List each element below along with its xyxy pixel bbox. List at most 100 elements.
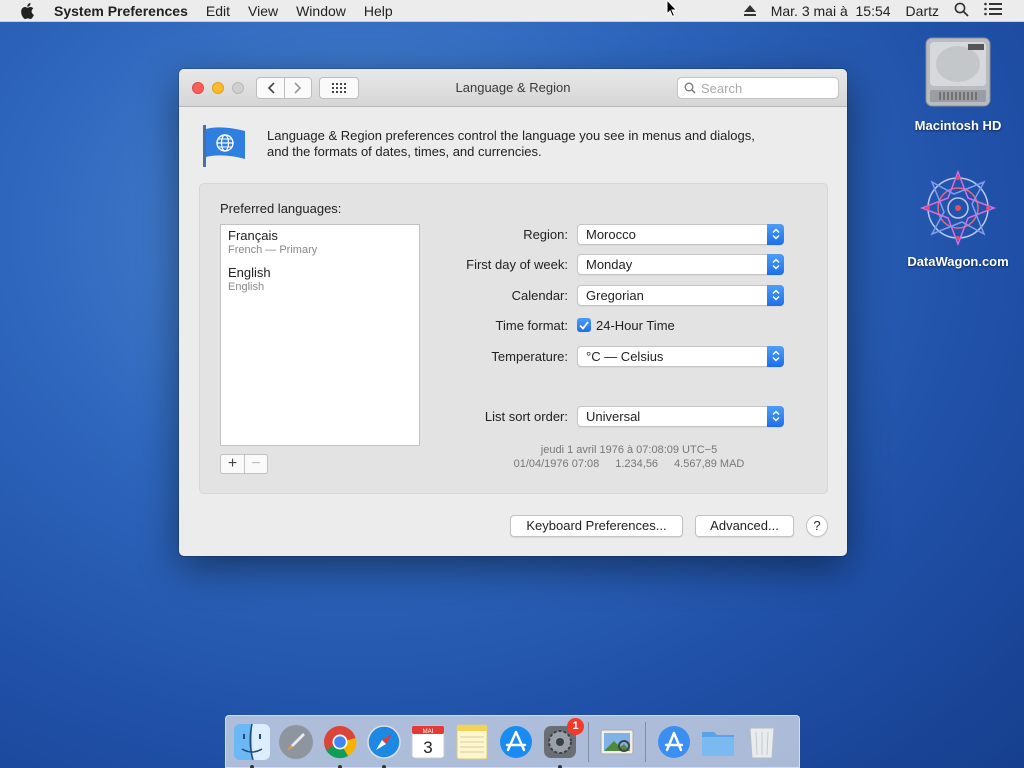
safari-compass-icon xyxy=(367,724,401,759)
dock-app-store[interactable] xyxy=(496,722,536,762)
menu-app-name[interactable]: System Preferences xyxy=(54,0,197,22)
mouse-cursor-icon xyxy=(666,0,678,21)
dock-trash[interactable] xyxy=(742,722,782,762)
desktop-icon-datawagon[interactable]: DataWagon.com xyxy=(898,168,1018,269)
dock-calendar[interactable]: MAI 3 xyxy=(408,722,448,762)
dock-finder[interactable] xyxy=(232,722,272,768)
desktop-icon-label: DataWagon.com xyxy=(907,254,1009,269)
language-subtitle: English xyxy=(228,281,265,293)
notification-badge: 1 xyxy=(567,717,584,735)
desktop-icon-label: Macintosh HD xyxy=(914,118,1002,133)
select-arrows-icon xyxy=(767,345,784,367)
first-day-label: First day of week: xyxy=(466,256,568,272)
sort-order-select[interactable]: Universal xyxy=(577,405,784,427)
calendar-icon: MAI 3 xyxy=(411,725,445,758)
preferred-languages-label: Preferred languages: xyxy=(220,201,342,216)
spotlight-search-icon[interactable] xyxy=(954,2,969,20)
select-arrows-icon xyxy=(767,253,784,275)
dock-notes[interactable] xyxy=(452,722,492,762)
region-value: Morocco xyxy=(586,226,636,242)
running-indicator xyxy=(382,764,386,768)
time-format-value: 24-Hour Time xyxy=(596,317,675,333)
sample-date-long: jeudi 1 avril 1976 à 07:08:09 UTC−5 xyxy=(540,444,718,456)
eject-icon[interactable] xyxy=(743,3,756,19)
dock: MAI 3 1 xyxy=(225,715,800,768)
window-titlebar[interactable]: Language & Region xyxy=(179,69,847,107)
language-region-window: Language & Region Language & Region pref… xyxy=(179,69,847,556)
running-indicator xyxy=(250,764,254,768)
hard-drive-icon xyxy=(918,32,998,112)
sort-order-label: List sort order: xyxy=(484,408,568,424)
region-select[interactable]: Morocco xyxy=(577,223,784,245)
dock-downloads-folder[interactable] xyxy=(698,722,738,762)
dock-separator xyxy=(588,721,589,762)
calendar-month: MAI xyxy=(423,729,434,735)
menubar-user[interactable]: Dartz xyxy=(906,3,939,19)
mandala-image-icon xyxy=(918,168,998,248)
select-arrows-icon xyxy=(767,223,784,245)
region-label: Region: xyxy=(523,226,568,242)
dock-applications-folder[interactable] xyxy=(654,722,694,762)
calendar-select[interactable]: Gregorian xyxy=(577,284,784,306)
launchpad-rocket-icon xyxy=(279,724,313,759)
description-line: Language & Region preferences control th… xyxy=(267,128,755,143)
first-day-value: Monday xyxy=(586,256,633,272)
dock-launchpad[interactable] xyxy=(276,722,316,762)
language-subtitle: French — Primary xyxy=(228,244,318,256)
calendar-label: Calendar: xyxy=(511,287,568,303)
time-format-checkbox-row[interactable]: 24-Hour Time xyxy=(577,318,675,333)
app-store-icon xyxy=(500,725,532,758)
menu-edit[interactable]: Edit xyxy=(197,0,239,22)
running-indicator xyxy=(558,764,562,768)
select-arrows-icon xyxy=(767,405,784,427)
time-format-checkbox[interactable] xyxy=(577,318,591,332)
search-field[interactable] xyxy=(677,77,839,99)
add-language-button[interactable]: + xyxy=(220,454,244,474)
description-line: and the formats of dates, times, and cur… xyxy=(267,144,542,159)
time-format-label: Time format: xyxy=(495,317,568,333)
sort-order-value: Universal xyxy=(586,408,641,424)
language-name: English xyxy=(228,265,271,280)
dock-chrome[interactable] xyxy=(320,722,360,768)
first-day-select[interactable]: Monday xyxy=(577,253,784,275)
notes-icon xyxy=(456,724,488,759)
settings-panel: Preferred languages: Français French — P… xyxy=(199,183,828,494)
trash-icon xyxy=(749,727,775,758)
list-item[interactable]: English English xyxy=(221,262,419,299)
dock-system-preferences[interactable]: 1 xyxy=(540,717,584,768)
calendar-value: Gregorian xyxy=(586,287,644,303)
menu-view[interactable]: View xyxy=(239,0,287,22)
apple-menu-icon[interactable] xyxy=(20,2,40,19)
notification-center-icon[interactable] xyxy=(984,2,1002,19)
chrome-icon xyxy=(324,725,357,758)
search-input[interactable] xyxy=(701,80,821,96)
running-indicator xyxy=(338,764,342,768)
dock-safari[interactable] xyxy=(364,722,404,768)
menu-help[interactable]: Help xyxy=(355,0,402,22)
list-item[interactable]: Français French — Primary xyxy=(221,225,419,262)
advanced-button[interactable]: Advanced... xyxy=(695,515,794,537)
sample-date-short: 01/04/1976 07:08 xyxy=(513,458,600,470)
temperature-select[interactable]: °C — Celsius xyxy=(577,345,784,367)
remove-language-button[interactable]: − xyxy=(244,454,268,474)
menu-window[interactable]: Window xyxy=(287,0,355,22)
preferred-languages-list[interactable]: Français French — Primary English Englis… xyxy=(220,224,420,446)
help-button[interactable]: ? xyxy=(806,515,828,537)
temperature-label: Temperature: xyxy=(491,348,568,364)
dock-separator xyxy=(645,721,646,762)
pane-description: Language & Region preferences control th… xyxy=(267,125,827,167)
preview-photos-icon xyxy=(600,729,634,754)
checkmark-icon xyxy=(579,320,589,330)
desktop-icon-macintosh-hd[interactable]: Macintosh HD xyxy=(898,32,1018,133)
sample-formats: 01/04/1976 07:08 1.234,56 4.567,89 MAD xyxy=(470,458,788,470)
search-icon xyxy=(684,82,696,94)
menubar-clock[interactable]: Mar. 3 mai à 15:54 xyxy=(771,3,891,19)
keyboard-preferences-button[interactable]: Keyboard Preferences... xyxy=(510,515,683,537)
sample-number: 1.234,56 xyxy=(615,458,659,470)
select-arrows-icon xyxy=(767,284,784,306)
calendar-day: 3 xyxy=(423,738,432,757)
temperature-value: °C — Celsius xyxy=(586,348,664,364)
dock-preview[interactable] xyxy=(597,722,637,762)
globe-flag-icon xyxy=(201,125,247,167)
sample-currency: 4.567,89 MAD xyxy=(674,458,745,470)
